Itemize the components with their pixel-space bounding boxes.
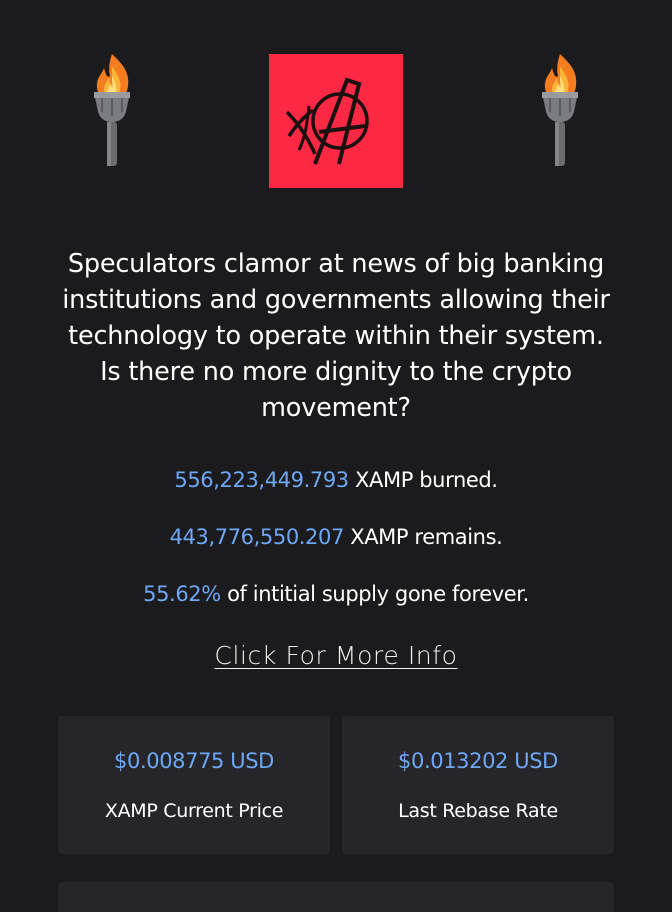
rebase-rate-value: $0.013202 USD — [398, 749, 558, 773]
remaining-stat: 443,776,550.207 XAMP remains. — [0, 522, 672, 552]
burned-value: 556,223,449.793 — [174, 468, 349, 492]
rebase-rate-label: Last Rebase Rate — [398, 800, 558, 822]
more-info-link[interactable]: Click For More Info — [0, 638, 672, 674]
current-price-label: XAMP Current Price — [104, 800, 284, 822]
torch-icon — [538, 52, 582, 170]
gone-text: of intitial supply gone forever. — [227, 582, 529, 606]
burned-text: XAMP burned. — [355, 468, 498, 492]
current-price-value: $0.008775 USD — [114, 749, 274, 773]
burned-stat: 556,223,449.793 XAMP burned. — [0, 465, 672, 495]
remaining-text: XAMP remains. — [350, 525, 503, 549]
page: Speculators clamor at news of big bankin… — [0, 0, 672, 912]
supply-gone-stat: 55.62% of intitial supply gone forever. — [0, 579, 672, 609]
price-card: $0.008775 USD XAMP Current Price — [58, 716, 330, 854]
xamp-logo — [269, 54, 403, 188]
torch-icon — [90, 52, 134, 170]
rebase-card: $0.013202 USD Last Rebase Rate — [342, 716, 614, 854]
hero-section — [0, 0, 672, 200]
gone-value: 55.62% — [143, 582, 221, 606]
headline: Speculators clamor at news of big bankin… — [62, 249, 610, 423]
info-card-partial — [58, 882, 614, 912]
remaining-value: 443,776,550.207 — [169, 525, 345, 549]
